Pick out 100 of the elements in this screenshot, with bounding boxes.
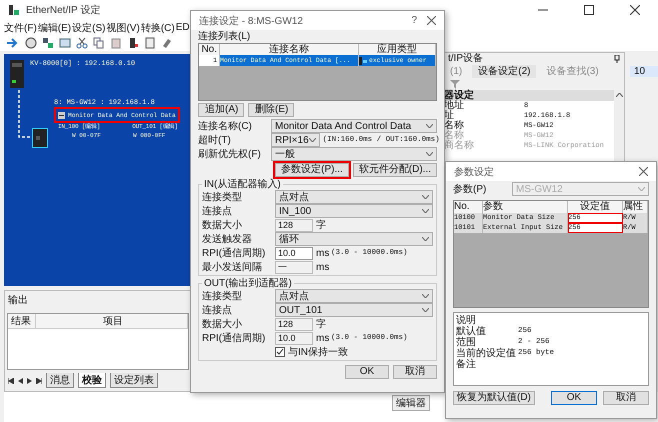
action-button[interactable]: 软元件分配(D)...	[352, 163, 437, 177]
dropdown[interactable]: Monitor Data And Control Data	[271, 119, 437, 133]
field-label: 连接点	[202, 204, 233, 218]
copy-icon[interactable]	[93, 37, 105, 49]
description-label: 备注	[456, 359, 477, 370]
dialog-button[interactable]: 取消	[393, 365, 437, 379]
previous-icon[interactable]	[18, 378, 23, 384]
unit-label: ms	[316, 248, 328, 258]
window-title: EtherNet/IP 设定	[26, 4, 100, 17]
field-label: 数据大小	[202, 218, 243, 232]
unit-label: 字	[316, 218, 327, 232]
dialog-title: 连接设定 - 8:MS-GW12	[199, 14, 303, 28]
column-header: 结果	[8, 314, 36, 328]
dialog-button[interactable]: 恢复为默认值(D)	[453, 391, 535, 405]
checkbox[interactable]	[275, 347, 285, 357]
up-icon[interactable]	[616, 93, 622, 97]
tab[interactable]: 设定列表	[110, 373, 158, 388]
dropdown[interactable]: 点对点	[275, 190, 433, 204]
list-button[interactable]: 追加(A)	[198, 103, 244, 117]
next-icon[interactable]	[27, 378, 32, 384]
field-label: RPI(通信周期)	[202, 332, 266, 345]
menu-item[interactable]: 编辑(E)	[38, 20, 72, 34]
field-label: 数据大小	[202, 318, 243, 331]
unit-label: 字	[316, 318, 327, 331]
unit-label: ms	[316, 262, 328, 272]
dropdown[interactable]: IN_100	[275, 204, 433, 218]
dropdown[interactable]: OUT_101	[275, 303, 433, 317]
document-icon[interactable]	[144, 37, 156, 49]
checkbox-label: 与IN保持一致	[288, 346, 348, 359]
pin-icon[interactable]	[614, 55, 620, 63]
description-label: 默认值	[456, 326, 487, 337]
chevron-icon	[638, 187, 645, 191]
dropdown[interactable]: 一般	[271, 147, 437, 161]
circle-icon[interactable]	[25, 37, 37, 49]
dialog-button[interactable]: 取消	[603, 391, 649, 405]
scissors-icon[interactable]	[76, 37, 88, 49]
property-name: 商名称	[444, 141, 475, 151]
menu-item[interactable]: 视图(V)	[106, 20, 140, 34]
chevron-icon	[308, 138, 316, 142]
scrollbar[interactable]	[614, 90, 624, 161]
maximize-icon[interactable]	[584, 5, 594, 15]
close-icon[interactable]	[639, 167, 648, 176]
help-button[interactable]: ?	[411, 15, 417, 26]
panel-title: 输出	[7, 294, 29, 308]
group-title: OUT(输出到适配器)	[203, 278, 293, 289]
last-icon[interactable]	[36, 378, 42, 384]
property-name: 名称	[444, 121, 465, 131]
paste-icon[interactable]	[110, 37, 122, 49]
list-button[interactable]: 删除(E)	[248, 103, 294, 117]
menu-item[interactable]: 设定(S)	[72, 20, 106, 34]
close-icon[interactable]	[630, 5, 640, 15]
minus-icon	[58, 112, 65, 118]
device-icon[interactable]	[32, 128, 48, 148]
property-name: 地址	[444, 101, 465, 111]
field-label: 连接类型	[202, 290, 243, 303]
panel-title: t/IP设备	[448, 53, 484, 65]
field-label: 参数(P)	[453, 182, 488, 196]
property-name: 名称	[444, 131, 464, 141]
chevron-icon	[422, 308, 429, 312]
dropdown[interactable]: 点对点	[275, 289, 433, 303]
arrow-icon[interactable]	[6, 37, 20, 49]
connection-line	[18, 90, 32, 138]
network-icon	[8, 4, 20, 16]
field-label: 连接名称(C)	[198, 120, 253, 133]
first-icon[interactable]	[8, 378, 14, 384]
tab[interactable]: 设备设定(2)	[472, 65, 536, 78]
menu-item[interactable]: ED	[176, 22, 190, 33]
tab[interactable]: 校验	[78, 373, 106, 388]
list-label: 连接列表(L)	[198, 31, 252, 43]
dialog-button[interactable]: OK	[551, 391, 597, 405]
chevron-icon	[426, 124, 433, 128]
eraser-icon[interactable]	[161, 37, 173, 49]
tab[interactable]: 消息	[46, 373, 74, 388]
chevron-icon	[422, 209, 429, 213]
field-label: RPI(通信周期)	[202, 246, 266, 260]
controller-icon[interactable]	[10, 60, 24, 88]
network-icon[interactable]	[42, 37, 54, 49]
field-label: 刷新优先权(F)	[198, 148, 262, 161]
menu-item[interactable]: 文件(F)	[4, 20, 37, 34]
column-header: 项目	[36, 314, 188, 328]
device-icon	[359, 56, 367, 64]
group-title: IN(从适配器输入)	[203, 179, 282, 190]
dropdown[interactable]: 循环	[275, 232, 433, 246]
window-icon[interactable]	[59, 37, 71, 49]
tab[interactable]: 编辑器	[392, 395, 430, 411]
field-label: 连接点	[202, 304, 233, 317]
menu-item[interactable]: 转换(C)	[140, 20, 175, 34]
field-label: 超时(T)	[198, 134, 232, 147]
field-label: 发送触发器	[202, 233, 253, 246]
dialog-button[interactable]: OK	[345, 365, 389, 379]
input-field[interactable]: 10.0	[275, 246, 313, 260]
field-label: 最小发送间隔	[202, 260, 263, 274]
chevron-icon	[426, 152, 433, 156]
device-icon[interactable]	[127, 37, 139, 49]
field-label: 连接类型	[202, 190, 243, 204]
close-icon[interactable]	[427, 16, 436, 25]
grid-cell: 10	[630, 66, 658, 77]
action-button[interactable]: 参数设定(P)...	[275, 163, 349, 177]
unit-label: ms	[316, 332, 328, 344]
dropdown[interactable]: RPI×16	[271, 133, 320, 147]
